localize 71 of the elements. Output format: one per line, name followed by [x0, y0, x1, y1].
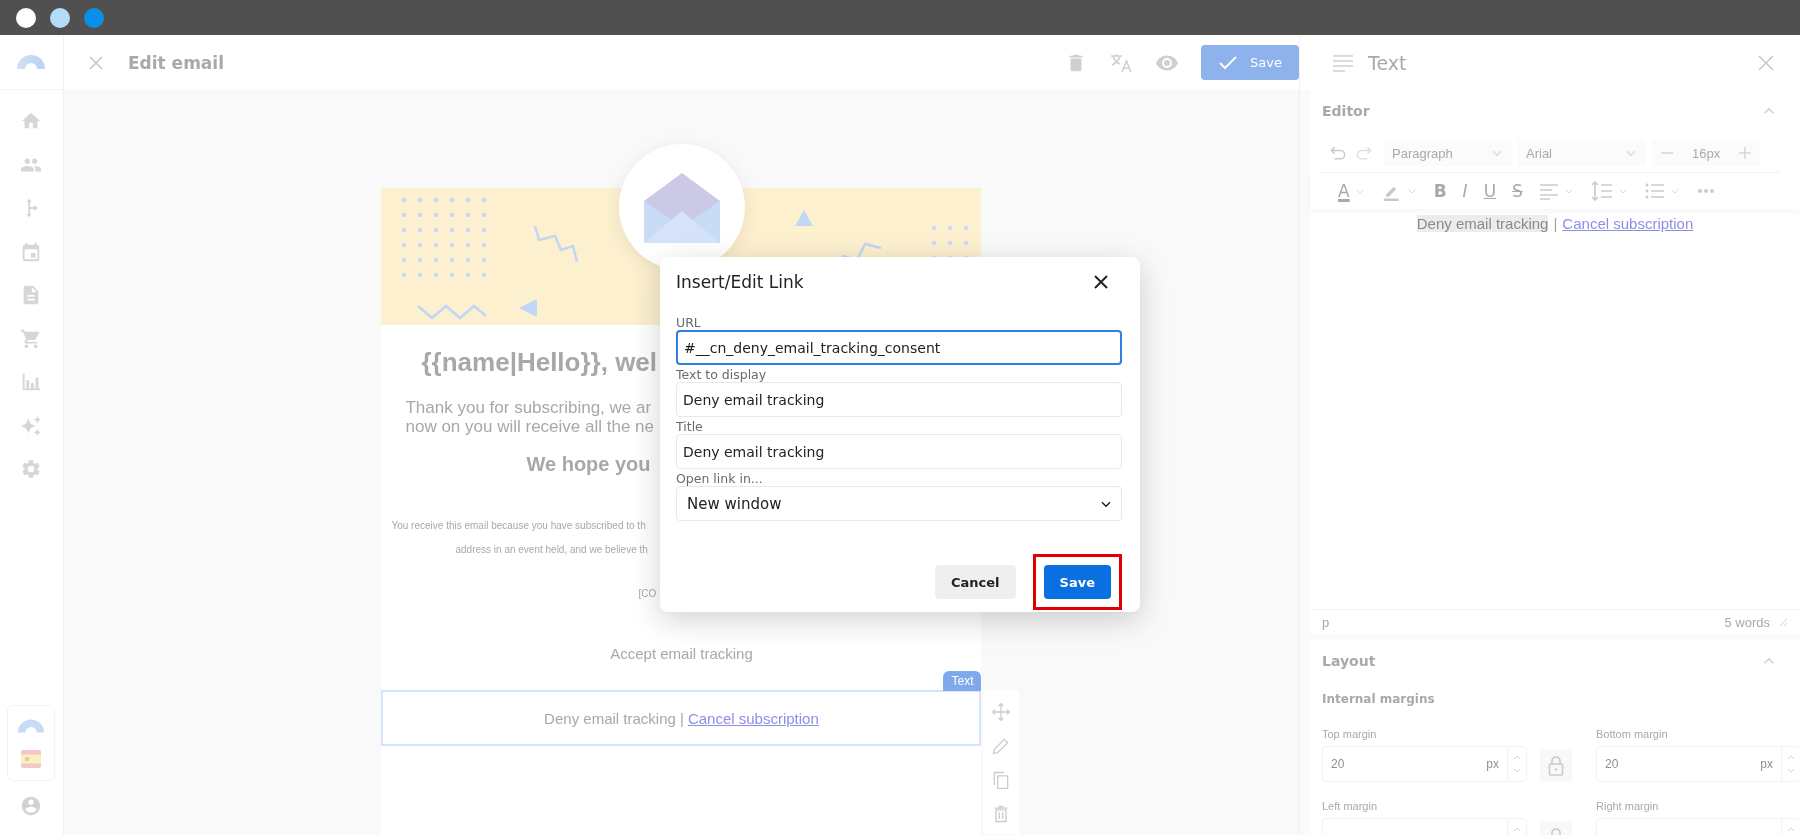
- subsection-title: Internal margins: [1321, 691, 1436, 708]
- underline-button[interactable]: U: [1483, 181, 1497, 201]
- word-count: 5 words: [1724, 614, 1770, 630]
- text-lines-icon: [1332, 53, 1354, 72]
- block-type-tag: Text: [943, 671, 982, 691]
- margin-field[interactable]: 20 px: [1596, 746, 1800, 782]
- section-title: Editor: [1322, 103, 1370, 119]
- section-title: Layout: [1322, 653, 1376, 669]
- field-label: Left margin: [1322, 800, 1379, 812]
- element-path: p: [1322, 614, 1330, 630]
- stepper-icon[interactable]: [1512, 753, 1522, 775]
- lock-icon: [1548, 756, 1564, 776]
- text-field[interactable]: Deny email tracking: [676, 434, 1122, 469]
- window-control[interactable]: [50, 7, 70, 28]
- sparkles-icon[interactable]: [20, 414, 43, 437]
- font-select[interactable]: Arial: [1518, 140, 1646, 166]
- dialog-title: Insert/Edit Link: [676, 272, 804, 292]
- more-icon[interactable]: [1696, 188, 1715, 194]
- panel-title: Text: [1368, 51, 1407, 74]
- text-field[interactable]: #__cn_deny_email_tracking_consent: [676, 330, 1122, 365]
- line-height-icon[interactable]: [1590, 181, 1613, 201]
- plus-icon[interactable]: [1738, 146, 1753, 160]
- envelope-icon: [644, 171, 721, 243]
- footer-text: You receive this email because you have subscribed to th: [390, 519, 646, 533]
- margin-field[interactable]: 20 px: [1322, 746, 1527, 782]
- block-format-select[interactable]: Paragraph: [1384, 140, 1512, 166]
- page-title: Edit email: [127, 52, 224, 73]
- lock-button[interactable]: [1540, 750, 1572, 782]
- settings-icon[interactable]: [20, 458, 43, 480]
- field-label: Text to display: [676, 367, 768, 382]
- check-icon: [1218, 54, 1239, 71]
- flag-icon[interactable]: [21, 750, 42, 768]
- move-icon[interactable]: [991, 702, 1012, 722]
- field-label: Right margin: [1596, 800, 1660, 812]
- email-paragraph-line: now on you will receive all the ne: [405, 417, 654, 436]
- field-label: Open link in...: [676, 471, 764, 486]
- cancel-subscription-link[interactable]: Cancel subscription: [1562, 215, 1694, 232]
- window-control[interactable]: [16, 7, 36, 28]
- selected-text-block[interactable]: Deny email tracking | Cancel subscription: [381, 690, 982, 746]
- accept-tracking-text: Accept email tracking: [610, 645, 753, 662]
- separator-text: |: [1553, 215, 1558, 232]
- logo-icon[interactable]: [16, 718, 47, 734]
- field-label: Top margin: [1322, 728, 1378, 740]
- email-paragraph-line: Thank you for subscribing, we ar: [405, 398, 652, 417]
- company-text: [CO: [638, 588, 657, 599]
- text-color-button[interactable]: A: [1338, 181, 1350, 201]
- email-heading: {{name|Hello}}, wel: [420, 347, 658, 378]
- resize-grip-icon[interactable]: [1778, 617, 1788, 627]
- footer-text: address in an event held, and we believe th: [454, 543, 648, 557]
- selected-text: Deny email tracking: [1416, 215, 1549, 232]
- deny-tracking-text: Deny email tracking |: [544, 709, 684, 727]
- strike-button[interactable]: S: [1512, 181, 1523, 201]
- italic-button[interactable]: I: [1462, 181, 1468, 201]
- email-tagline: We hope you: [526, 453, 651, 476]
- account-icon[interactable]: [20, 795, 43, 817]
- save-button[interactable]: Save: [1043, 565, 1111, 599]
- field-label: Title: [676, 419, 704, 434]
- bar-chart-icon[interactable]: [20, 371, 43, 393]
- close-icon[interactable]: [1094, 275, 1108, 289]
- bold-button[interactable]: B: [1433, 181, 1447, 201]
- stepper-icon[interactable]: [1786, 753, 1796, 775]
- font-size-value[interactable]: 16px: [1692, 145, 1721, 161]
- text-field[interactable]: Deny email tracking: [676, 382, 1122, 417]
- field-label: URL: [676, 315, 702, 330]
- cancel-button[interactable]: Cancel: [935, 565, 1016, 599]
- bullet-list-icon[interactable]: [1644, 182, 1665, 200]
- editor-content[interactable]: Deny email tracking | Cancel subscription: [1310, 209, 1800, 609]
- field-label: Bottom margin: [1596, 728, 1669, 740]
- align-left-icon[interactable]: [1538, 182, 1559, 200]
- select-field[interactable]: New window: [676, 486, 1122, 521]
- cancel-subscription-link[interactable]: Cancel subscription: [687, 709, 819, 727]
